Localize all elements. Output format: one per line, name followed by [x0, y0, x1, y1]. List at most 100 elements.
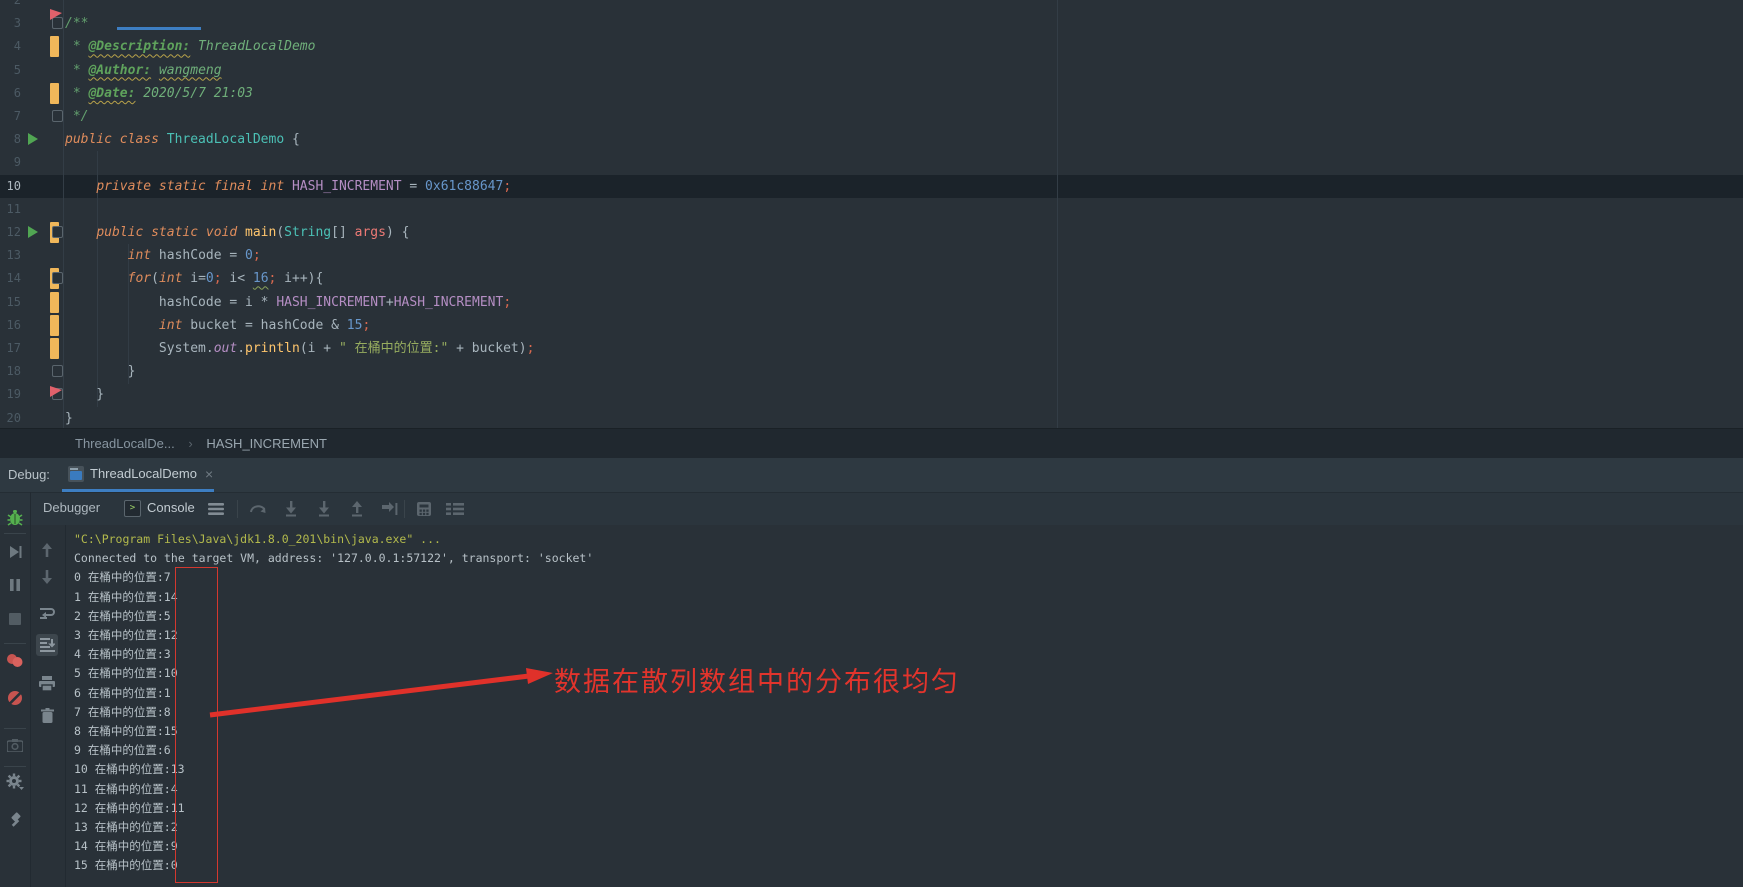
fold-marker-icon[interactable] — [52, 272, 63, 284]
code-line: 5 * @Author: wangmeng — [0, 59, 1743, 82]
code-text: * @Date: 2020/5/7 21:03 — [65, 82, 1743, 105]
debug-label: Debug: — [8, 458, 50, 491]
line-number: 20 — [0, 407, 21, 430]
soft-wrap-icon[interactable] — [36, 602, 58, 624]
code-text: * @Author: wangmeng — [65, 59, 1743, 82]
code-text: /** — [65, 12, 1743, 35]
toolbar-divider — [4, 643, 26, 644]
line-number: 18 — [0, 360, 21, 383]
code-text: int hashCode = 0; — [65, 244, 1743, 267]
code-text: System.out.println(i + " 在桶中的位置:" + buck… — [65, 337, 1743, 360]
console-line: "C:\Program Files\Java\jdk1.8.0_201\bin\… — [74, 530, 1743, 549]
console-icon: > — [124, 500, 141, 517]
breadcrumb-member[interactable]: HASH_INCREMENT — [206, 436, 327, 451]
line-number: 7 — [0, 105, 21, 128]
tab-debugger[interactable]: Debugger — [43, 493, 100, 523]
code-line: 4 * @Description: ThreadLocalDemo — [0, 35, 1743, 58]
line-number: 10 — [0, 175, 21, 198]
code-line: 6 * @Date: 2020/5/7 21:03 — [0, 82, 1743, 105]
code-line: 15 hashCode = i * HASH_INCREMENT+HASH_IN… — [0, 291, 1743, 314]
code-line: 7 */ — [0, 105, 1743, 128]
breadcrumb-file[interactable]: ThreadLocalDe... — [75, 436, 175, 451]
stop-icon[interactable] — [4, 608, 26, 630]
thread-dump-icon[interactable] — [4, 734, 26, 756]
code-line: 9 — [0, 151, 1743, 174]
line-number: 11 — [0, 198, 21, 221]
breadcrumb: ThreadLocalDe... › HASH_INCREMENT — [0, 428, 1743, 458]
console-line: 12 在桶中的位置:11 — [74, 799, 1743, 818]
bookmark-flag-icon[interactable] — [50, 386, 62, 397]
evaluate-expression-icon[interactable] — [412, 497, 436, 521]
run-arrow-icon[interactable] — [28, 226, 38, 238]
code-text: public class ThreadLocalDemo { — [65, 128, 1743, 151]
console-left-toolbar — [30, 525, 66, 887]
run-configuration-icon — [68, 466, 84, 482]
console-line: 15 在桶中的位置:0 — [74, 856, 1743, 875]
line-number: 8 — [0, 128, 21, 151]
menu-icon[interactable] — [204, 497, 228, 521]
line-number: 5 — [0, 59, 21, 82]
resume-icon[interactable] — [4, 541, 26, 563]
bookmark-flag-icon[interactable] — [50, 9, 62, 20]
code-text: */ — [65, 105, 1743, 128]
vcs-change-bar — [50, 83, 59, 104]
code-text: } — [65, 383, 1743, 406]
down-stack-icon[interactable] — [36, 566, 58, 588]
code-line: 3/** — [0, 12, 1743, 35]
console-line: 10 在桶中的位置:13 — [74, 760, 1743, 779]
console-line: 1 在桶中的位置:14 — [74, 588, 1743, 607]
code-text: * @Description: ThreadLocalDemo — [65, 35, 1743, 58]
settings-icon[interactable] — [4, 771, 26, 793]
force-step-into-icon[interactable] — [312, 497, 336, 521]
line-number: 16 — [0, 314, 21, 337]
scroll-to-end-icon[interactable] — [36, 634, 58, 656]
line-number: 9 — [0, 151, 21, 174]
console-output[interactable]: "C:\Program Files\Java\jdk1.8.0_201\bin\… — [66, 525, 1743, 887]
console-line: 0 在桶中的位置:7 — [74, 568, 1743, 587]
code-text: int bucket = hashCode & 15; — [65, 314, 1743, 337]
code-text: } — [65, 360, 1743, 383]
view-breakpoints-icon[interactable] — [4, 649, 26, 671]
run-to-cursor-icon[interactable] — [377, 497, 401, 521]
vcs-change-bar — [50, 338, 59, 359]
fold-marker-icon[interactable] — [52, 110, 63, 122]
console-line: 9 在桶中的位置:6 — [74, 741, 1743, 760]
up-stack-icon[interactable] — [36, 539, 58, 561]
line-number: 17 — [0, 337, 21, 360]
step-over-icon[interactable] — [246, 497, 270, 521]
step-into-icon[interactable] — [279, 497, 303, 521]
debug-session-tab-title: ThreadLocalDemo — [90, 466, 197, 481]
rerun-debug-icon[interactable] — [4, 506, 26, 528]
run-arrow-icon[interactable] — [28, 133, 38, 145]
tab-console[interactable]: Console — [147, 493, 195, 523]
vcs-change-bar — [50, 315, 59, 336]
restore-layout-icon[interactable] — [443, 497, 467, 521]
code-text: hashCode = i * HASH_INCREMENT+HASH_INCRE… — [65, 291, 1743, 314]
ide-window: 23/**4 * @Description: ThreadLocalDemo5 … — [0, 0, 1743, 887]
code-text: public static void main(String[] args) { — [65, 221, 1743, 244]
code-line: 11 — [0, 198, 1743, 221]
console-line: 11 在桶中的位置:4 — [74, 780, 1743, 799]
debug-session-tab[interactable]: ThreadLocalDemo × — [62, 458, 219, 489]
mute-breakpoints-icon[interactable] — [4, 687, 26, 709]
code-line: 10 private static final int HASH_INCREME… — [0, 175, 1743, 198]
print-icon[interactable] — [36, 672, 58, 694]
close-icon[interactable]: × — [205, 466, 213, 482]
line-number: 13 — [0, 244, 21, 267]
step-out-icon[interactable] — [345, 497, 369, 521]
line-number: 15 — [0, 291, 21, 314]
annotation-note: 数据在散列数组中的分布很均匀 — [554, 660, 960, 699]
code-text: for(int i=0; i< 16; i++){ — [65, 267, 1743, 290]
console-line: 14 在桶中的位置:9 — [74, 837, 1743, 856]
code-line: 17 System.out.println(i + " 在桶中的位置:" + b… — [0, 337, 1743, 360]
code-line: 13 int hashCode = 0; — [0, 244, 1743, 267]
fold-marker-icon[interactable] — [52, 226, 63, 238]
console-line: 2 在桶中的位置:5 — [74, 607, 1743, 626]
pin-icon[interactable] — [4, 809, 26, 831]
code-editor[interactable]: 23/**4 * @Description: ThreadLocalDemo5 … — [0, 0, 1743, 428]
fold-marker-icon[interactable] — [52, 365, 63, 377]
clear-all-icon[interactable] — [36, 704, 58, 726]
pause-icon[interactable] — [4, 574, 26, 596]
line-number: 4 — [0, 35, 21, 58]
vcs-change-bar — [50, 36, 59, 57]
